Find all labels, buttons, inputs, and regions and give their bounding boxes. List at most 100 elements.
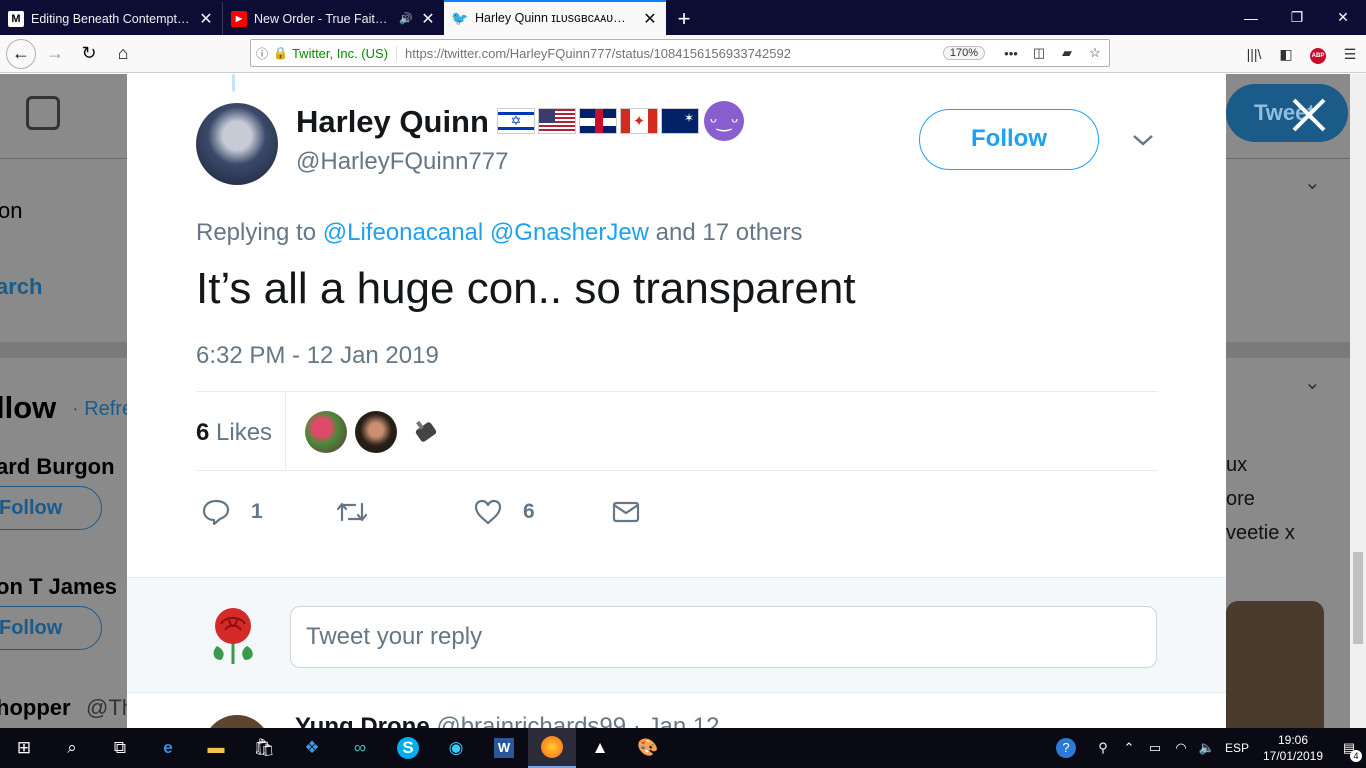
bg-name: hopper — [0, 695, 71, 720]
toolbar-right: |||\ ◧ ABP ☰ — [1238, 35, 1366, 73]
close-tab-icon[interactable]: ✕ — [642, 9, 658, 29]
tweet-timestamp[interactable]: 6:32 PM - 12 Jan 2019 — [196, 342, 439, 370]
game-controller-icon — [415, 420, 437, 442]
thread-line — [232, 74, 235, 92]
file-explorer-icon[interactable]: ▬ — [192, 728, 240, 768]
close-window-icon[interactable]: ✕ — [1320, 0, 1366, 35]
reload-button[interactable]: ↻ — [74, 39, 104, 69]
likes-label: Likes — [216, 419, 273, 446]
author-name[interactable]: Harley Quinn — [296, 104, 489, 140]
windows-start-icon[interactable]: ⊞ — [0, 728, 48, 768]
screen: M Editing Beneath Contempt: Ho ✕ ▶ New O… — [0, 0, 1366, 768]
replying-prefix: Replying to — [196, 219, 317, 246]
bookmark-star-icon[interactable]: ☆ — [1081, 45, 1109, 61]
network-icon[interactable]: ◠ — [1168, 740, 1194, 756]
firefox-icon[interactable] — [528, 728, 576, 768]
chevron-up-icon[interactable]: ⌃ — [1116, 740, 1142, 756]
tab-twitter[interactable]: 🐦 Harley Quinn ɪʟᴜsɢʙᴄᴀᴀᴜ😈 on ✕ — [444, 0, 666, 35]
pocket-icon[interactable]: ◫ — [1025, 45, 1053, 61]
mention-link[interactable]: @GnasherJew — [490, 219, 649, 246]
new-tab-button[interactable]: + — [666, 2, 702, 35]
minimize-icon[interactable]: — — [1228, 0, 1274, 35]
bg-follow-button: Follow — [0, 486, 102, 530]
divider — [285, 392, 286, 470]
notifications-icon[interactable]: ▤ 4 — [1332, 740, 1366, 762]
screenshot-icon[interactable]: ▰ — [1053, 45, 1081, 61]
search-icon[interactable]: ⌕ — [48, 728, 96, 768]
help-icon[interactable]: ? — [1056, 738, 1076, 758]
others-link[interactable]: and 17 others — [656, 219, 803, 246]
bg-follow-button: Follow — [0, 606, 102, 650]
library-icon[interactable]: |||\ — [1238, 46, 1270, 62]
back-button[interactable]: ← — [6, 38, 36, 69]
lock-icon: 🔒 — [273, 46, 288, 60]
rose-avatar-icon[interactable] — [203, 602, 263, 668]
site-identity[interactable]: Twitter, Inc. (US) — [292, 45, 398, 61]
edge-icon[interactable]: e — [144, 728, 192, 768]
page-actions-icon[interactable]: ••• — [997, 46, 1025, 61]
dm-action[interactable] — [611, 498, 641, 526]
word-icon[interactable]: W — [480, 728, 528, 768]
volume-icon[interactable]: 🔈 — [1194, 740, 1220, 756]
bg-tweet-button: Tweet — [1226, 84, 1348, 142]
paint-icon[interactable]: 🎨 — [624, 728, 672, 768]
smiling-devil-icon: ᵕ‿ᵕ — [704, 101, 744, 141]
next-tweet-author[interactable]: Yung Drone @brainrichards99 · Jan 12 — [295, 713, 720, 728]
language-indicator[interactable]: ESP — [1220, 741, 1254, 755]
url-bar[interactable]: ⓘ 🔒 Twitter, Inc. (US) https://twitter.c… — [250, 39, 1110, 67]
store-icon[interactable]: 🛍 — [240, 728, 288, 768]
liker-avatar[interactable] — [305, 411, 347, 453]
bg-text: veetie x — [1226, 522, 1295, 544]
like-action[interactable]: 6 — [473, 498, 535, 526]
bg-text: ore — [1226, 488, 1255, 510]
tab-youtube[interactable]: ▶ New Order - True Faith - Yo 🔊 ✕ — [222, 2, 444, 35]
author-handle[interactable]: @HarleyFQuinn777 — [296, 148, 508, 176]
liker-avatar[interactable] — [405, 411, 447, 453]
sidebar-icon[interactable]: ◧ — [1270, 46, 1302, 63]
scrollbar-thumb[interactable] — [1353, 552, 1363, 644]
photos-icon[interactable]: ▲ — [576, 728, 624, 768]
next-tweet-avatar[interactable] — [203, 715, 271, 728]
background-left-column: on arch llow · Refres ard Burgon Follow … — [0, 74, 127, 728]
divider — [196, 470, 1158, 471]
tab-title: New Order - True Faith - Yo — [254, 11, 393, 26]
next-tweet: Yung Drone @brainrichards99 · Jan 12 — [127, 693, 1226, 728]
battery-icon[interactable]: ▭ — [1142, 740, 1168, 756]
info-icon[interactable]: ⓘ — [251, 45, 273, 62]
clock[interactable]: 19:06 17/01/2019 — [1254, 732, 1332, 764]
close-modal-icon[interactable] — [1290, 96, 1328, 134]
author-avatar[interactable] — [196, 103, 278, 185]
retweet-action[interactable] — [335, 498, 369, 526]
likes-stat[interactable]: 6 Likes — [196, 419, 272, 447]
chevron-down-icon[interactable] — [1129, 126, 1157, 154]
page-scrollbar[interactable] — [1350, 74, 1366, 728]
reply-action[interactable]: 1 — [201, 498, 263, 526]
zoom-indicator[interactable]: 170% — [942, 46, 985, 60]
divider — [196, 391, 1158, 392]
liker-avatar[interactable] — [355, 411, 397, 453]
restore-icon[interactable]: ❐ — [1274, 0, 1320, 35]
israel-flag-icon: ✡ — [497, 108, 535, 134]
speaker-icon[interactable]: 🔊 — [399, 12, 413, 25]
tab-medium[interactable]: M Editing Beneath Contempt: Ho ✕ — [0, 2, 222, 35]
forward-button[interactable]: → — [40, 39, 70, 69]
adblock-icon[interactable]: ABP — [1302, 44, 1334, 64]
home-button[interactable]: ⌂ — [108, 39, 138, 69]
skype-icon[interactable]: S — [384, 728, 432, 768]
people-icon[interactable]: ⚲ — [1090, 740, 1116, 756]
wifi-app-icon[interactable]: ◉ — [432, 728, 480, 768]
dropbox-icon[interactable]: ❖ — [288, 728, 336, 768]
close-tab-icon[interactable]: ✕ — [198, 9, 214, 29]
task-view-icon[interactable]: ⧉ — [96, 728, 144, 768]
mention-link[interactable]: @Lifeonacanal — [323, 219, 483, 246]
retweet-icon — [336, 502, 368, 522]
infinity-app-icon[interactable]: ∞ — [336, 728, 384, 768]
reply-input[interactable]: Tweet your reply — [290, 606, 1157, 668]
url-text[interactable]: https://twitter.com/HarleyFQuinn777/stat… — [405, 46, 943, 61]
menu-icon[interactable]: ☰ — [1334, 46, 1366, 63]
close-tab-icon[interactable]: ✕ — [420, 9, 436, 29]
replying-to: Replying to @Lifeonacanal @GnasherJew an… — [196, 219, 802, 247]
bg-link: arch — [0, 274, 43, 299]
bg-name: ard Burgon — [0, 454, 115, 479]
follow-button[interactable]: Follow — [919, 109, 1099, 170]
